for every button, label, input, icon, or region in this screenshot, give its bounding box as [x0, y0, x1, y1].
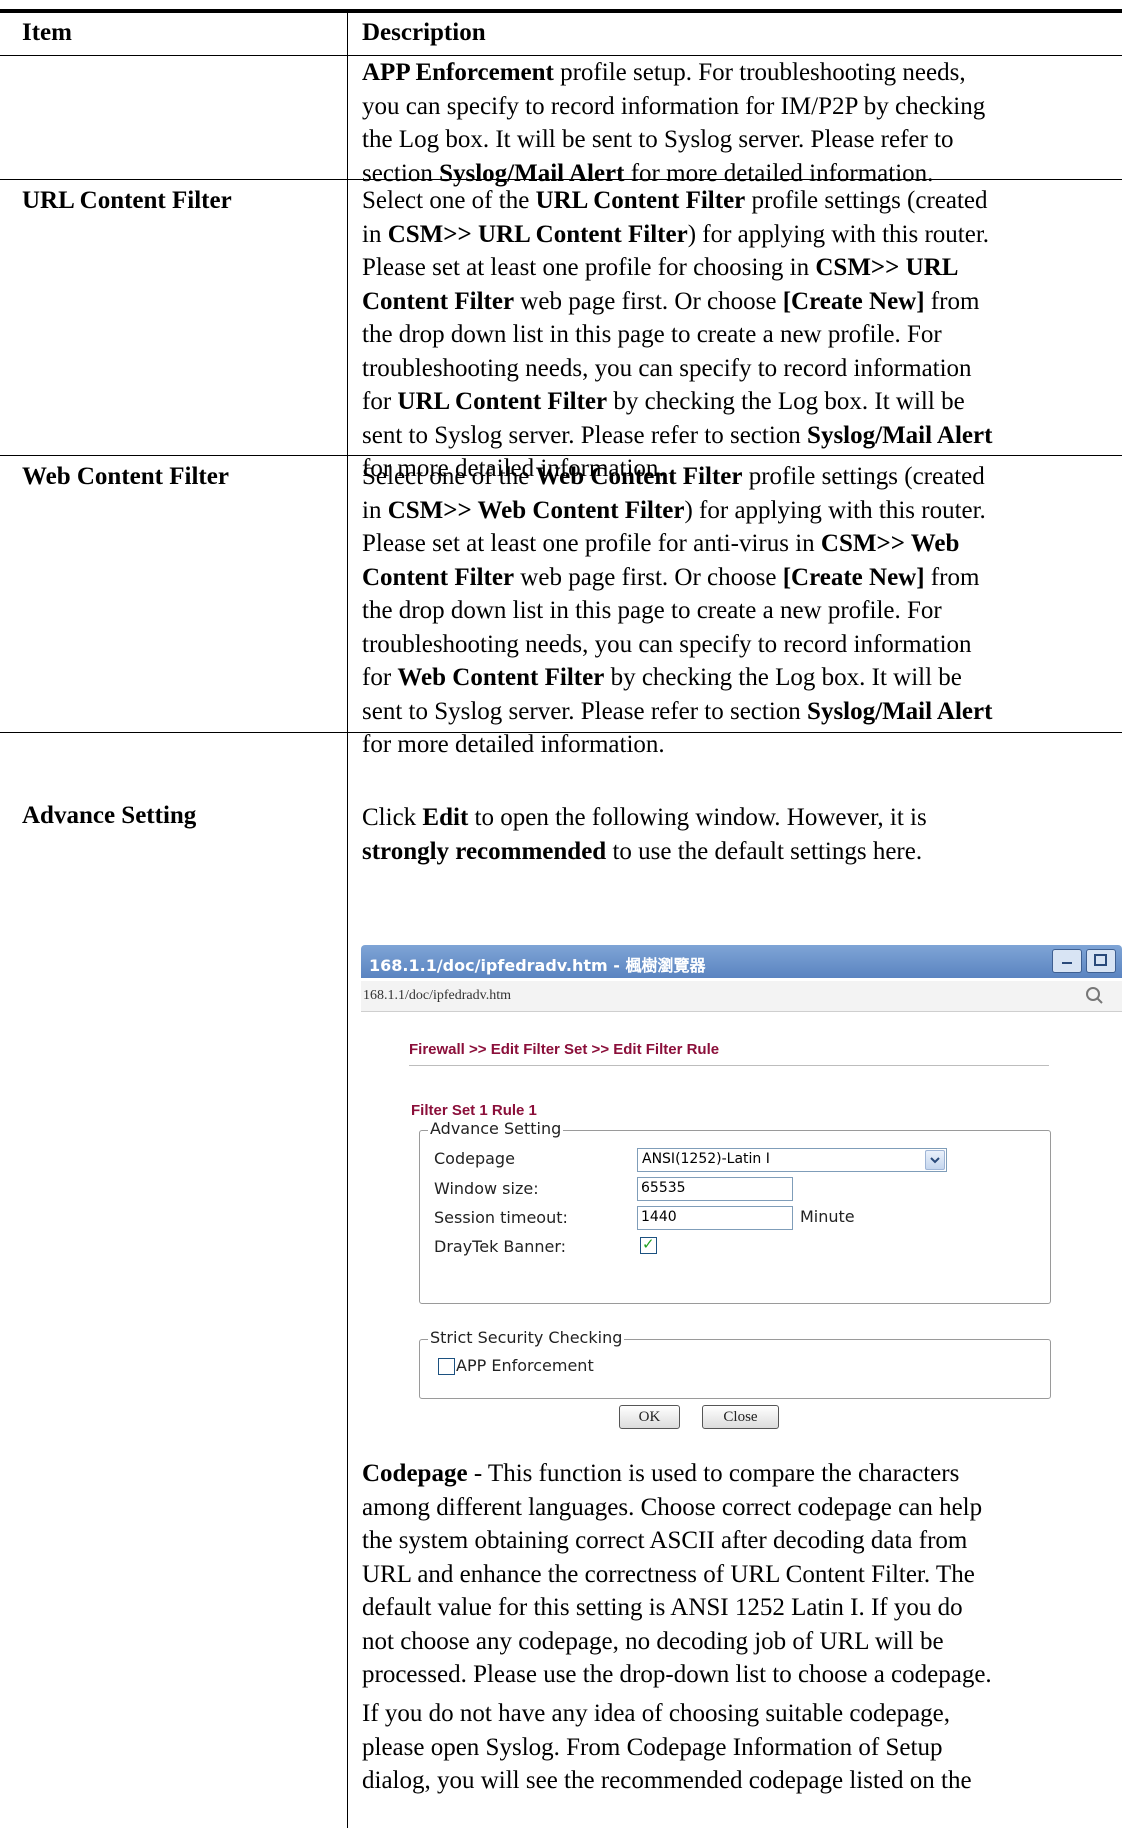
- advance-setting-group: Advance Setting Codepage ANSI(1252)-Lati…: [419, 1119, 1051, 1304]
- address-url: 168.1.1/doc/ipfedradv.htm: [363, 988, 512, 1003]
- app-enforcement-checkbox[interactable]: [438, 1358, 455, 1375]
- advance-setting-legend: Advance Setting: [428, 1119, 564, 1138]
- session-timeout-value: 1440: [641, 1209, 677, 1225]
- text-line: sent to Syslog server. Please refer to s…: [362, 697, 993, 725]
- session-timeout-label: Session timeout:: [434, 1208, 568, 1227]
- embedded-browser-screenshot: 168.1.1/doc/ipfedradv.htm - 楓樹瀏覽器 168.1.…: [361, 945, 1122, 1400]
- text-line: the Log box. It will be sent to Syslog s…: [362, 126, 954, 153]
- app-enforcement-label: APP Enforcement: [456, 1356, 594, 1375]
- strict-security-group: Strict Security Checking APP Enforcement: [419, 1328, 1051, 1399]
- text-line: strongly recommended to use the default …: [362, 837, 923, 865]
- text-line: Select one of the URL Content Filter pro…: [362, 187, 988, 214]
- text-line: troubleshooting needs, you can specify t…: [362, 630, 972, 658]
- row-description: APP Enforcement profile setup. For troub…: [362, 56, 1112, 190]
- row-item-advance-setting: Advance Setting: [22, 802, 197, 829]
- document-page: Item Description APP Enforcement profile…: [0, 0, 1122, 1828]
- close-button[interactable]: Close: [702, 1405, 779, 1429]
- ok-button[interactable]: OK: [619, 1405, 680, 1429]
- text-line: for more detailed information.: [362, 731, 665, 758]
- rule-heading: Filter Set 1 Rule 1: [411, 1102, 537, 1119]
- window-size-label: Window size:: [434, 1179, 539, 1198]
- strict-security-legend: Strict Security Checking: [428, 1328, 625, 1347]
- text-line: the system obtaining correct ASCII after…: [362, 1527, 968, 1554]
- address-bar[interactable]: 168.1.1/doc/ipfedradv.htm: [361, 981, 1122, 1012]
- table-top-rule: [0, 9, 1122, 13]
- text-line: not choose any codepage, no decoding job…: [362, 1627, 944, 1655]
- breadcrumb-divider: [409, 1065, 1049, 1066]
- draytek-banner-label: DrayTek Banner:: [434, 1237, 567, 1256]
- text-line: you can specify to record information fo…: [362, 92, 986, 120]
- table-column-divider: [347, 9, 348, 1828]
- text-line: the drop down list in this page to creat…: [362, 597, 942, 624]
- maximize-button[interactable]: [1086, 949, 1116, 973]
- window-size-field[interactable]: 65535: [637, 1177, 793, 1201]
- draytek-banner-checkbox[interactable]: ✓: [640, 1235, 657, 1254]
- text-line: default value for this setting is ANSI 1…: [362, 1594, 963, 1621]
- text-line: for Web Content Filter by checking the L…: [362, 664, 962, 691]
- row-description: Select one of the URL Content Filter pro…: [362, 184, 1112, 486]
- codepage-dropdown-button[interactable]: [925, 1150, 945, 1170]
- text-line: troubleshooting needs, you can specify t…: [362, 354, 972, 382]
- window-size-value: 65535: [641, 1180, 686, 1196]
- session-timeout-unit: Minute: [800, 1207, 855, 1226]
- header-item: Item: [22, 19, 72, 46]
- text-line: sent to Syslog server. Please refer to s…: [362, 421, 993, 449]
- codepage-description: Codepage - This function is used to comp…: [362, 1457, 1112, 1692]
- codepage-select[interactable]: ANSI(1252)-Latin I: [637, 1148, 947, 1172]
- session-timeout-field[interactable]: 1440: [637, 1206, 793, 1230]
- text-line: the drop down list in this page to creat…: [362, 321, 942, 348]
- text-line: Content Filter web page first. Or choose…: [362, 563, 980, 591]
- window-controls: [1052, 949, 1122, 973]
- text-line: Content Filter web page first. Or choose…: [362, 287, 980, 315]
- text-line: APP Enforcement profile setup. For troub…: [362, 59, 966, 86]
- minimize-button[interactable]: [1052, 949, 1082, 973]
- row-item-web-content-filter: Web Content Filter: [22, 463, 229, 490]
- search-icon[interactable]: [1084, 985, 1108, 1007]
- text-line: Please set at least one profile for choo…: [362, 254, 959, 281]
- text-line: Click Edit to open the following window.…: [362, 804, 927, 831]
- window-title: 168.1.1/doc/ipfedradv.htm - 楓樹瀏覽器: [369, 956, 706, 975]
- text-line: If you do not have any idea of choosing …: [362, 1700, 951, 1727]
- minimize-icon: [1062, 962, 1072, 964]
- row-item-url-content-filter: URL Content Filter: [22, 187, 232, 214]
- codepage-label: Codepage: [434, 1149, 515, 1168]
- chevron-down-icon: [930, 1157, 940, 1164]
- window-titlebar: 168.1.1/doc/ipfedradv.htm - 楓樹瀏覽器: [361, 945, 1122, 978]
- text-line: URL and enhance the correctness of URL C…: [362, 1560, 975, 1588]
- maximize-icon: [1094, 954, 1107, 966]
- text-line: in CSM>> URL Content Filter) for applyin…: [362, 220, 990, 248]
- header-description: Description: [362, 19, 486, 46]
- text-line: please open Syslog. From Codepage Inform…: [362, 1733, 943, 1761]
- row-description: Select one of the Web Content Filter pro…: [362, 460, 1112, 762]
- row-description-intro: Click Edit to open the following window.…: [362, 801, 1112, 868]
- text-line: Select one of the Web Content Filter pro…: [362, 463, 985, 490]
- text-line: dialog, you will see the recommended cod…: [362, 1767, 972, 1794]
- checkmark-icon: ✓: [642, 1235, 655, 1253]
- text-line: in CSM>> Web Content Filter) for applyin…: [362, 496, 986, 524]
- text-line: Codepage - This function is used to comp…: [362, 1460, 960, 1487]
- codepage-syslog-description: If you do not have any idea of choosing …: [362, 1697, 1112, 1798]
- breadcrumb: Firewall >> Edit Filter Set >> Edit Filt…: [409, 1041, 720, 1058]
- codepage-value: ANSI(1252)-Latin I: [642, 1151, 770, 1167]
- text-line: for URL Content Filter by checking the L…: [362, 388, 965, 415]
- text-line: processed. Please use the drop-down list…: [362, 1661, 992, 1688]
- text-line: among different languages. Choose correc…: [362, 1493, 983, 1521]
- text-line: Please set at least one profile for anti…: [362, 530, 960, 557]
